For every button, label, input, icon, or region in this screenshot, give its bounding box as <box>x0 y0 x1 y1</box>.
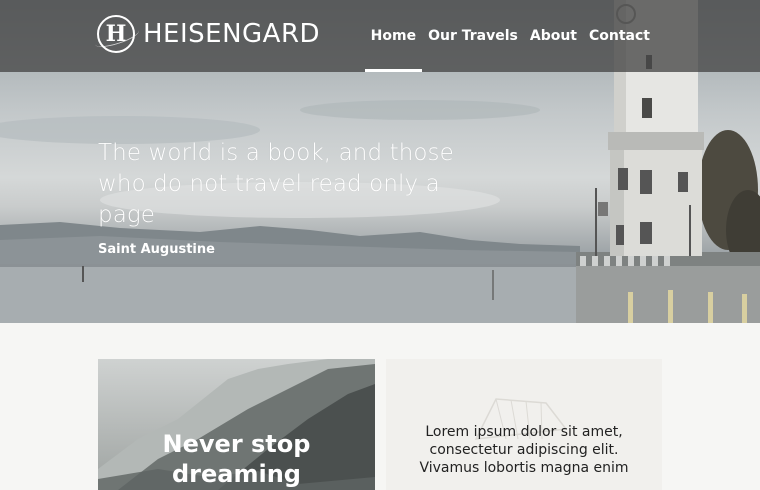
text-card: Lorem ipsum dolor sit amet, consectetur … <box>386 359 662 490</box>
dream-card-title: Never stop dreaming <box>162 430 311 488</box>
site-logo[interactable]: H HEISENGARD <box>97 14 320 54</box>
nav-about[interactable]: About <box>524 0 583 72</box>
nav-home[interactable]: Home <box>364 0 423 72</box>
brand-name: HEISENGARD <box>143 19 321 49</box>
logo-letter: H <box>105 21 127 47</box>
logo-monogram-icon: H <box>97 15 135 53</box>
site-header: H HEISENGARD Home Our Travels About Cont… <box>0 0 760 72</box>
quote-author: Saint Augustine <box>98 242 215 257</box>
hero-quote: The world is a book, and those who do no… <box>98 140 454 228</box>
dream-card[interactable]: Never stop dreaming <box>98 359 375 490</box>
nav-our-travels[interactable]: Our Travels <box>422 0 524 72</box>
text-card-body: Lorem ipsum dolor sit amet, consectetur … <box>419 424 629 476</box>
nav-contact[interactable]: Contact <box>583 0 656 72</box>
main-nav: Home Our Travels About Contact <box>364 0 656 72</box>
